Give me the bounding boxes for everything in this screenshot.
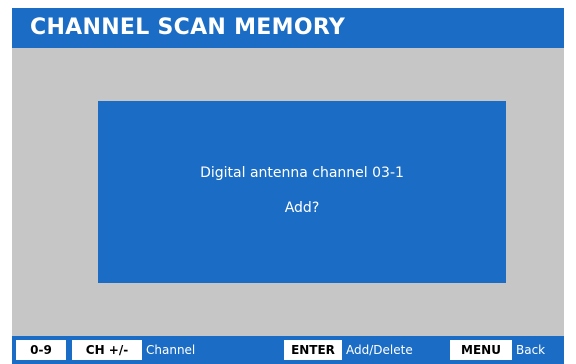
title-bar: CHANNEL SCAN MEMORY	[12, 8, 564, 48]
channel-label: Channel	[146, 343, 196, 357]
channel-up-down-button[interactable]: CH +/-	[72, 340, 142, 360]
dialog-message: Digital antenna channel 03-1	[200, 165, 404, 181]
confirm-dialog: Digital antenna channel 03-1 Add?	[98, 101, 506, 283]
number-keys-button[interactable]: 0-9	[16, 340, 66, 360]
footer-key-guide: 0-9 CH +/- Channel ENTER Add/Delete MENU…	[12, 336, 564, 364]
tv-screen: CHANNEL SCAN MEMORY Digital antenna chan…	[12, 8, 564, 364]
page-title: CHANNEL SCAN MEMORY	[30, 15, 346, 40]
back-label: Back	[516, 343, 546, 357]
menu-button[interactable]: MENU	[450, 340, 512, 360]
add-delete-label: Add/Delete	[346, 343, 413, 357]
enter-button[interactable]: ENTER	[284, 340, 342, 360]
dialog-question: Add?	[284, 200, 320, 216]
